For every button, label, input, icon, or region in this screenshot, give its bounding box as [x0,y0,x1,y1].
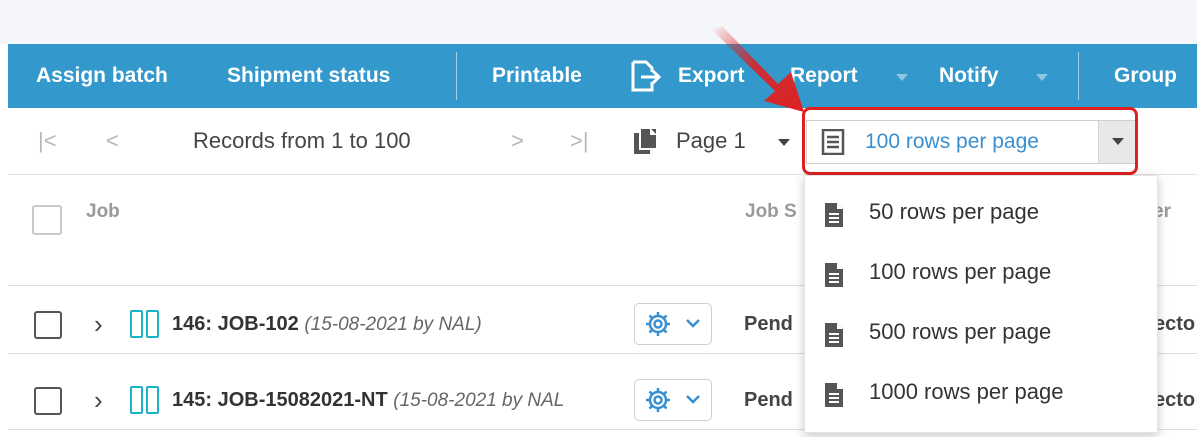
option-label: 1000 rows per page [869,379,1064,404]
next-page-icon[interactable]: > [511,108,524,174]
job-cell[interactable]: 146: JOB-102 (15-08-2021 by NAL) [172,295,632,353]
document-icon [823,202,845,233]
group-button[interactable]: Group [1114,44,1177,108]
columns-icon [130,386,164,414]
option-500-rows[interactable]: 500 rows per page [805,302,1157,362]
option-label: 50 rows per page [869,199,1039,224]
export-icon [628,59,662,98]
notify-chevron-down-icon[interactable] [1036,74,1048,81]
pages-icon [632,126,662,161]
gear-icon [645,311,671,342]
row-actions-button[interactable] [634,379,712,421]
document-icon [823,322,845,353]
option-50-rows[interactable]: 50 rows per page [805,182,1157,242]
printable-button[interactable]: Printable [492,44,582,108]
columns-icon [130,310,164,338]
job-id: 146: JOB-102 [172,313,299,335]
row-checkbox[interactable] [34,311,62,339]
status-cell: Pend [744,313,793,335]
option-100-rows[interactable]: 100 rows per page [805,242,1157,302]
gear-icon [645,387,671,418]
toolbar-divider [456,52,457,100]
row-actions-button[interactable] [634,303,712,345]
report-chevron-down-icon[interactable] [896,74,908,81]
row-extra-cell: ecto [1154,389,1196,411]
column-job[interactable]: Job [86,201,120,223]
status-cell: Pend [744,389,793,411]
chevron-down-icon [685,392,701,410]
document-icon [823,382,845,413]
expand-chevron-icon[interactable]: › [94,295,103,353]
last-page-icon[interactable]: >| [570,108,589,174]
row-checkbox[interactable] [34,387,62,415]
rows-per-page-select[interactable]: 100 rows per page [806,120,1138,164]
assign-batch-button[interactable]: Assign batch [36,44,168,108]
job-cell[interactable]: 145: JOB-15082021-NT (15-08-2021 by NAL [172,371,624,429]
job-meta: (15-08-2021 by NAL) [304,314,482,335]
option-1000-rows[interactable]: 1000 rows per page [805,362,1157,422]
row-extra-cell: ecto [1154,313,1196,335]
expand-chevron-icon[interactable]: › [94,371,103,429]
list-icon [821,128,845,160]
option-label: 100 rows per page [869,259,1052,284]
first-page-icon[interactable]: |< [38,108,57,174]
top-strip [0,0,1197,44]
rows-per-page-toggle[interactable] [1098,121,1137,163]
export-button[interactable]: Export [678,44,745,108]
report-button[interactable]: Report [790,44,858,108]
job-meta: (15-08-2021 by NAL [393,390,565,411]
rows-per-page-value: 100 rows per page [865,130,1039,153]
option-label: 500 rows per page [869,319,1052,344]
toolbar-divider [1078,52,1079,100]
pagination-bar: |< < Records from 1 to 100 > >| Page 1 1… [8,108,1197,175]
document-icon [823,262,845,293]
select-all-checkbox[interactable] [32,205,62,235]
previous-page-icon[interactable]: < [106,108,119,174]
chevron-down-icon [685,316,701,334]
records-range: Records from 1 to 100 [193,128,411,153]
page-select[interactable]: Page 1 [676,108,746,174]
page-chevron-down-icon[interactable] [778,139,790,146]
notify-button[interactable]: Notify [939,44,999,108]
chevron-down-icon [1112,138,1124,145]
column-job-status[interactable]: Job S [745,201,797,223]
action-toolbar: Assign batch Shipment status Printable E… [8,44,1197,108]
shipment-status-button[interactable]: Shipment status [227,44,390,108]
rows-per-page-dropdown: 50 rows per page 100 rows per page 500 r… [804,175,1158,433]
job-id: 145: JOB-15082021-NT [172,389,388,411]
